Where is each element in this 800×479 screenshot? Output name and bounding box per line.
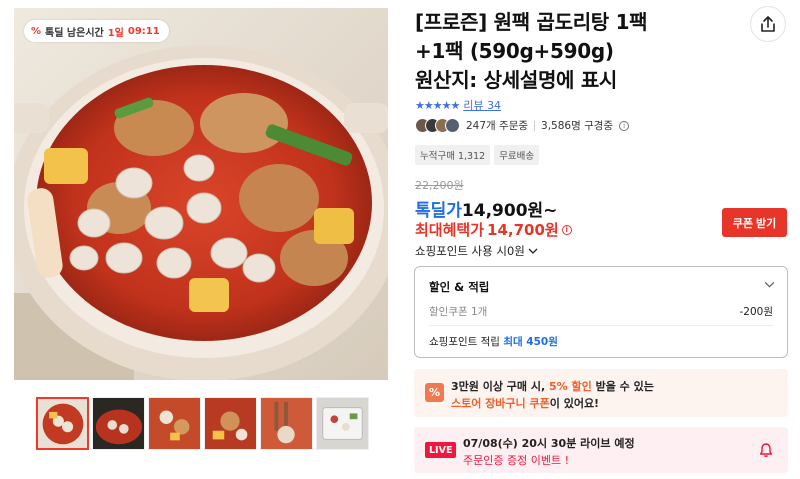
buyer-avatars <box>415 118 460 133</box>
thumbnail-strip <box>36 397 369 450</box>
deal-timer-badge: % 톡딜 남은시간 1일 09:11 <box>24 20 169 42</box>
timer-label: 톡딜 남은시간 <box>45 27 104 39</box>
timer-time: 09:11 <box>127 25 160 37</box>
share-icon <box>761 16 775 32</box>
divider <box>429 325 773 326</box>
order-stats-row: 247개 주문중 3,586명 구경중 i <box>415 118 630 133</box>
thumbnail-3[interactable] <box>148 397 201 450</box>
cart-coupon-text: 받을 수 있는 <box>591 380 654 393</box>
chevron-down-icon <box>528 248 538 254</box>
rating-row: ★★★★★ 리뷰 34 <box>415 97 501 113</box>
live-schedule: 07/08(수) 20시 30분 라이브 예정 <box>463 437 635 450</box>
discount-panel: 할인 & 적립 할인쿠폰 1개 -200원 쇼핑포인트 적립 최대 450원 <box>414 266 788 358</box>
product-title-line: [프로즌] 원팩 곱도리탕 1팩 <box>415 10 648 34</box>
point-earn-max: 최대 450원 <box>503 336 558 348</box>
product-tags: 누적구매 1,312 무료배송 <box>415 145 540 165</box>
stew-pot-illustration <box>14 8 388 380</box>
order-count: 247개 주문중 <box>466 120 529 132</box>
percent-icon: % <box>31 25 42 37</box>
cart-coupon-text: 3만원 이상 구매 시, <box>451 380 549 393</box>
product-title-line: +1팩 (590g+590g) <box>415 39 614 63</box>
product-title: [프로즌] 원팩 곱도리탕 1팩 +1팩 (590g+590g) 원산지: 상세… <box>415 8 745 95</box>
sale-price-row: 톡딜가14,900원~ <box>415 196 557 221</box>
chevron-down-icon[interactable] <box>764 279 775 290</box>
cart-coupon-name: 스토어 장바구니 쿠폰 <box>451 397 550 410</box>
coupon-label: 할인쿠폰 1개 <box>429 306 488 318</box>
get-coupon-button[interactable]: 쿠폰 받기 <box>722 208 787 237</box>
thumbnail-image <box>317 398 368 449</box>
thumbnail-4[interactable] <box>204 397 257 450</box>
cart-coupon-line1: 3만원 이상 구매 시, 5% 할인 받을 수 있는 <box>451 378 654 394</box>
live-event: 주문인증 증정 이벤트 ! <box>463 454 569 467</box>
coupon-percent-icon: % <box>425 383 444 402</box>
viewer-count: 3,586명 구경중 <box>541 120 614 132</box>
cart-coupon-banner[interactable]: % 3만원 이상 구매 시, 5% 할인 받을 수 있는 스토어 장바구니 쿠폰… <box>414 369 788 417</box>
avatar <box>445 118 460 133</box>
thumbnail-image <box>261 398 312 449</box>
original-price: 22,200원 <box>415 179 464 192</box>
point-use-toggle[interactable]: 쇼핑포인트 사용 시0원 <box>415 243 538 259</box>
cart-coupon-discount: 5% 할인 <box>549 380 592 393</box>
tag-free-shipping: 무료배송 <box>494 145 540 165</box>
max-benefit-row: 최대혜택가 14,700원 i <box>415 219 572 240</box>
bell-icon[interactable] <box>758 442 774 458</box>
cart-coupon-line2: 스토어 장바구니 쿠폰이 있어요! <box>451 395 599 411</box>
point-earn-label: 쇼핑포인트 적립 <box>429 336 500 348</box>
sale-price-label: 톡딜가 <box>415 201 462 221</box>
thumbnail-image <box>93 398 144 449</box>
thumbnail-2[interactable] <box>92 397 145 450</box>
coupon-value: -200원 <box>739 306 774 318</box>
point-earn-row: 쇼핑포인트 적립 최대 450원 <box>429 334 558 349</box>
point-use-label: 쇼핑포인트 사용 시0원 <box>415 244 525 258</box>
live-badge: LIVE <box>425 442 457 458</box>
product-origin-line: 원산지: 상세설명에 표시 <box>415 68 618 92</box>
review-label: 리뷰 <box>463 99 484 112</box>
info-icon[interactable]: i <box>561 224 572 235</box>
divider <box>534 120 536 131</box>
live-broadcast-banner[interactable]: LIVE 07/08(수) 20시 30분 라이브 예정 주문인증 증정 이벤트… <box>414 427 788 473</box>
review-link[interactable]: 리뷰 34 <box>463 97 501 113</box>
benefit-label: 최대혜택가 <box>415 221 485 239</box>
review-count: 34 <box>487 99 502 112</box>
sale-price: 14,900원~ <box>461 201 558 221</box>
thumbnail-image <box>205 398 256 449</box>
thumbnail-6[interactable] <box>316 397 369 450</box>
star-rating-icon: ★★★★★ <box>415 98 460 112</box>
discount-header: 할인 & 적립 <box>429 280 490 294</box>
share-button[interactable] <box>750 6 786 42</box>
thumbnail-image <box>38 399 87 448</box>
thumbnail-1[interactable] <box>36 397 89 450</box>
product-main-image: % 톡딜 남은시간 1일 09:11 <box>14 8 388 380</box>
thumbnail-image <box>149 398 200 449</box>
info-icon[interactable]: i <box>619 120 630 131</box>
tag-cumulative-purchase: 누적구매 1,312 <box>415 145 491 165</box>
benefit-price: 14,700원 <box>487 221 559 239</box>
timer-days: 1일 <box>107 27 124 39</box>
cart-coupon-text: 이 있어요! <box>549 397 600 410</box>
thumbnail-5[interactable] <box>260 397 313 450</box>
